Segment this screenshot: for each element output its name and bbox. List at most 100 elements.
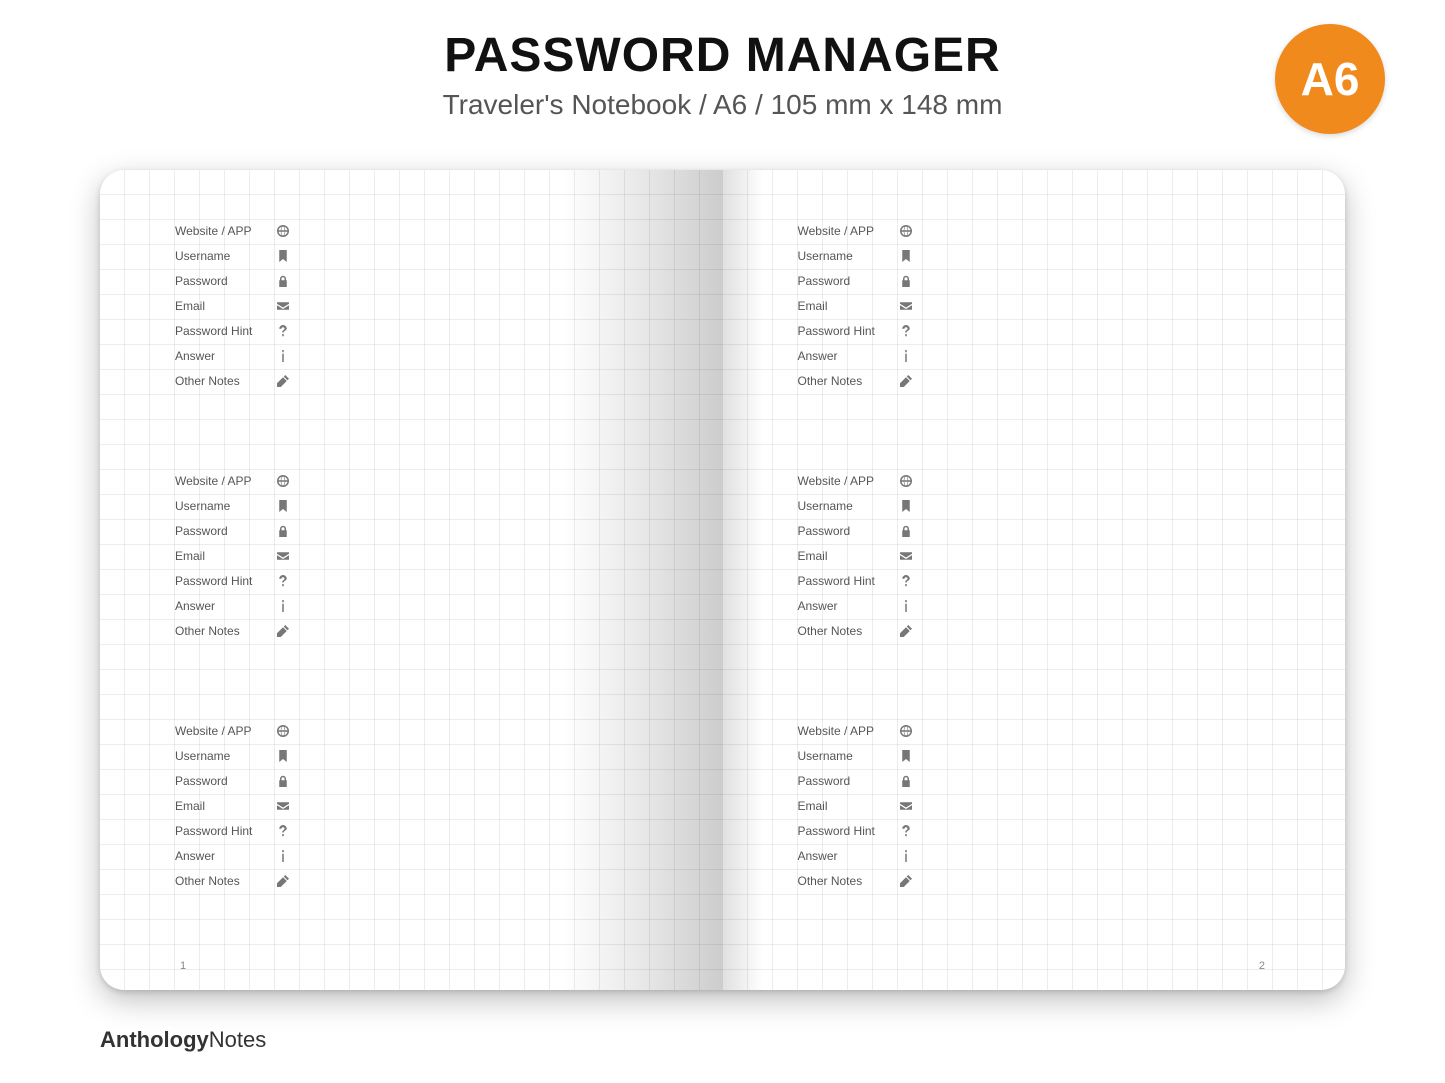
field-row: Password [723,268,1346,293]
lock-icon [894,525,918,537]
envelope-icon [894,800,918,812]
pencil-icon [894,375,918,387]
field-label: Other Notes [798,374,894,388]
entries-left: Website / APP Username Password Email Passwo… [100,218,723,893]
field-label: Password [175,774,271,788]
field-label: Answer [175,849,271,863]
field-label: Email [175,299,271,313]
info-icon [894,350,918,362]
pencil-icon [894,625,918,637]
field-row: Website / APP [723,218,1346,243]
page-right: Website / APPUsernamePasswordEmailPasswo… [723,170,1346,990]
question-icon [271,825,295,837]
field-label: Answer [798,599,894,613]
field-row: Email [100,293,723,318]
bookmark-icon [271,250,295,262]
field-row: Website / APP [100,718,723,743]
question-icon [894,825,918,837]
field-row: Other Notes [723,368,1346,393]
envelope-icon [894,550,918,562]
field-label: Website / APP [798,224,894,238]
field-row: Other Notes [100,618,723,643]
field-label: Answer [175,599,271,613]
field-row: Username [100,743,723,768]
field-label: Username [175,749,271,763]
field-row: Password [723,518,1346,543]
page-left: Website / APP Username Password Email Passwo… [100,170,723,990]
entries-right: Website / APPUsernamePasswordEmailPasswo… [723,218,1346,893]
field-row: Other Notes [100,868,723,893]
question-icon [894,575,918,587]
field-label: Website / APP [175,724,271,738]
field-label: Other Notes [798,624,894,638]
size-badge: A6 [1275,24,1385,134]
field-label: Answer [798,849,894,863]
bookmark-icon [894,750,918,762]
pencil-icon [271,625,295,637]
field-label: Password Hint [175,824,271,838]
lock-icon [271,275,295,287]
field-label: Email [175,549,271,563]
field-label: Website / APP [798,474,894,488]
globe-icon [894,225,918,237]
entry-block: Website / APPUsernamePasswordEmailPasswo… [100,718,723,893]
size-badge-label: A6 [1301,52,1360,106]
field-row: Username [100,243,723,268]
lock-icon [271,775,295,787]
field-label: Password [175,524,271,538]
question-icon [894,325,918,337]
field-row: Website / APP [100,468,723,493]
entry-block: Website / APPUsernamePasswordEmailPasswo… [723,468,1346,643]
entry-block: Website / APP Username Password Email Passwo… [723,218,1346,393]
field-label: Email [798,549,894,563]
page-number-right: 2 [1259,960,1265,972]
lock-icon [894,775,918,787]
pencil-icon [271,375,295,387]
field-row: Email [723,793,1346,818]
field-row: Password Hint [100,568,723,593]
field-row: Email [723,293,1346,318]
field-label: Website / APP [798,724,894,738]
field-row: Email [100,543,723,568]
brand-footer: AnthologyNotes [100,1027,266,1053]
field-label: Website / APP [175,474,271,488]
field-row: Other Notes [100,368,723,393]
field-row: Password Hint [100,318,723,343]
field-label: Email [798,299,894,313]
bookmark-icon [271,750,295,762]
field-row: Password [723,768,1346,793]
field-label: Password [798,774,894,788]
field-label: Answer [798,349,894,363]
field-row: Other Notes [723,618,1346,643]
bookmark-icon [271,500,295,512]
field-label: Website / APP [175,224,271,238]
field-row: Password Hint [723,818,1346,843]
field-label: Other Notes [175,874,271,888]
lock-icon [894,275,918,287]
field-row: Username [723,743,1346,768]
field-label: Password Hint [798,574,894,588]
field-label: Password Hint [798,324,894,338]
entry-block: Website / APP Username Password Email Passwo… [100,218,723,393]
field-label: Username [175,249,271,263]
info-icon [894,600,918,612]
field-row: Password [100,268,723,293]
field-row: Answer [723,843,1346,868]
entry-block: Website / APPUsernamePasswordEmailPasswo… [100,468,723,643]
bookmark-icon [894,250,918,262]
question-icon [271,575,295,587]
info-icon [271,850,295,862]
field-label: Username [798,249,894,263]
entry-block: Website / APP Username Password EmailPasswo… [723,718,1346,893]
field-row: Answer [100,843,723,868]
pencil-icon [894,875,918,887]
field-row: Answer [723,343,1346,368]
brand-light: Notes [209,1027,266,1052]
field-label: Password Hint [175,574,271,588]
field-label: Other Notes [175,374,271,388]
field-row: Answer [100,343,723,368]
field-row: Website / APP [723,718,1346,743]
globe-icon [894,475,918,487]
globe-icon [271,225,295,237]
field-row: Answer [723,593,1346,618]
